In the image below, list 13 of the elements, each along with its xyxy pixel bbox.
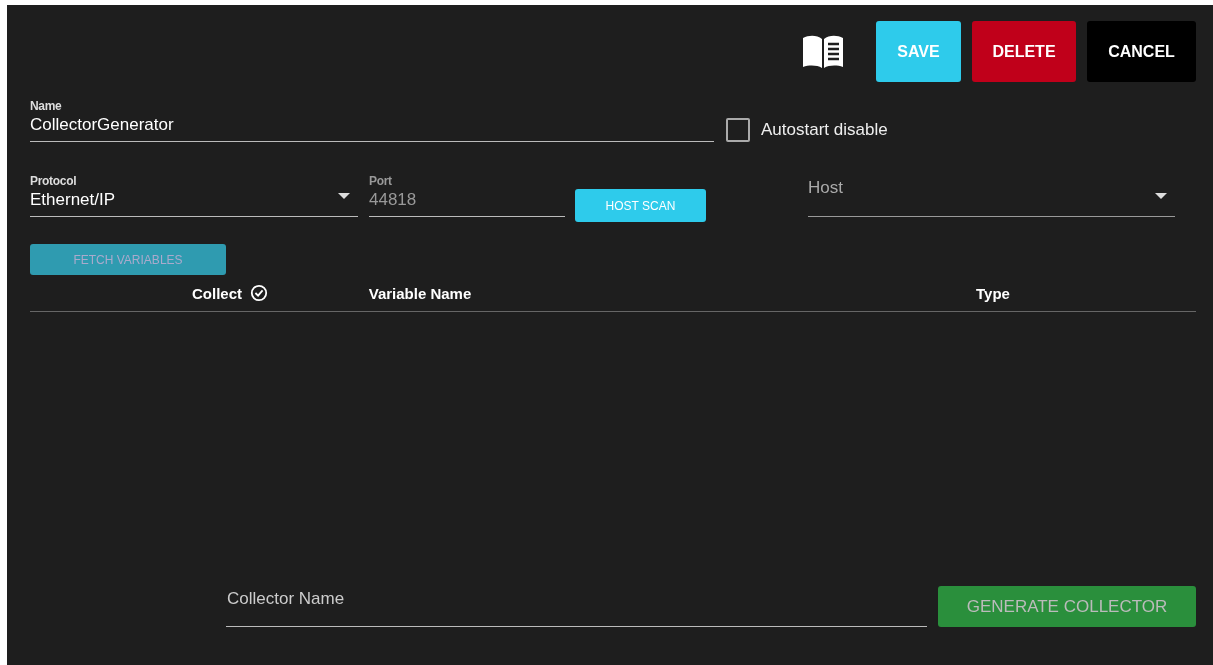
host-select[interactable]: Host [808, 174, 1175, 217]
autostart-checkbox[interactable]: Autostart disable [726, 118, 888, 142]
column-header: Variable Name [368, 284, 472, 302]
check-circle-icon[interactable] [250, 284, 268, 302]
delete-button[interactable]: DELETE [972, 21, 1076, 82]
cancel-button[interactable]: CANCEL [1087, 21, 1196, 82]
manual-book-icon[interactable] [801, 33, 845, 70]
protocol-select[interactable]: Protocol Ethernet/IP [30, 174, 358, 217]
name-field[interactable]: Name CollectorGenerator [30, 99, 714, 142]
port-field[interactable]: Port 44818 [369, 174, 565, 217]
column-header: Collect [192, 284, 242, 302]
collector-name-field[interactable]: Collector Name [226, 589, 927, 627]
column-header: Type [976, 284, 1010, 302]
